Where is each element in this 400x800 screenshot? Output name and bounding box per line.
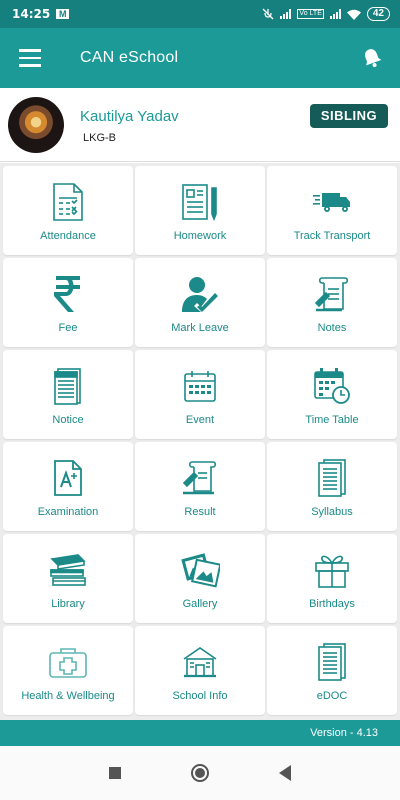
tile-label: School Info xyxy=(172,690,228,702)
tile-school-info[interactable]: School Info xyxy=(135,626,265,715)
tile-label: Homework xyxy=(173,230,227,242)
school-icon xyxy=(183,647,217,678)
student-profile-card: Kautilya Yadav LKG-B SIBLING xyxy=(0,88,400,162)
student-name: Kautilya Yadav xyxy=(80,107,179,125)
result-icon xyxy=(182,461,217,495)
tile-notes[interactable]: Notes xyxy=(267,258,397,347)
syllabus-icon xyxy=(318,459,346,497)
tile-label: Track Transport xyxy=(293,230,371,242)
tile-homework[interactable]: Homework xyxy=(135,166,265,255)
tile-examination[interactable]: Examination xyxy=(3,442,133,531)
gmail-notification-icon: M xyxy=(56,9,70,19)
tile-label: Fee xyxy=(58,322,78,334)
tile-label: Notes xyxy=(317,322,347,334)
tile-label: Time Table xyxy=(305,414,359,426)
tile-label: Gallery xyxy=(182,598,218,610)
tile-event[interactable]: Event xyxy=(135,350,265,439)
tile-label: Notice xyxy=(52,414,84,426)
tile-fee[interactable]: Fee xyxy=(3,258,133,347)
tile-label: Health & Wellbeing xyxy=(21,690,115,702)
tile-library[interactable]: Library xyxy=(3,534,133,623)
gallery-icon xyxy=(181,553,220,588)
mute-icon xyxy=(262,8,274,20)
library-icon xyxy=(50,554,86,586)
tile-notice[interactable]: Notice xyxy=(3,350,133,439)
battery-indicator: 42 xyxy=(366,7,390,21)
bell-icon[interactable] xyxy=(344,28,400,88)
status-time: 14:25 xyxy=(12,7,51,21)
back-icon[interactable] xyxy=(279,765,291,781)
tile-health-wellbeing[interactable]: Health & Wellbeing xyxy=(3,626,133,715)
volte-badge: Vo LTE xyxy=(297,9,324,19)
tile-result[interactable]: Result xyxy=(135,442,265,531)
tile-mark-leave[interactable]: Mark Leave xyxy=(135,258,265,347)
sibling-button[interactable]: SIBLING xyxy=(310,104,388,128)
system-nav-bar xyxy=(0,746,400,800)
tile-label: eDOC xyxy=(316,690,348,702)
tile-label: Event xyxy=(185,414,215,426)
transport-icon xyxy=(313,193,350,212)
avatar[interactable] xyxy=(8,96,64,153)
tile-time-table[interactable]: Time Table xyxy=(267,350,397,439)
home-icon[interactable] xyxy=(191,764,209,782)
notes-icon xyxy=(314,277,349,312)
student-info: Kautilya Yadav LKG-B xyxy=(80,106,179,144)
tile-syllabus[interactable]: Syllabus xyxy=(267,442,397,531)
status-icons: Vo LTE 42 xyxy=(262,7,390,21)
menu-grid: Attendance Homework Track Transport Fee … xyxy=(0,163,400,720)
tile-label: Birthdays xyxy=(309,598,355,610)
timetable-icon xyxy=(314,368,350,404)
homework-icon xyxy=(182,184,217,222)
mark-leave-icon xyxy=(182,277,218,312)
signal-icon-2 xyxy=(329,9,341,19)
edoc-icon xyxy=(318,643,346,681)
tile-label: Library xyxy=(51,598,85,610)
birthday-gift-icon xyxy=(315,555,349,588)
tile-gallery[interactable]: Gallery xyxy=(135,534,265,623)
notice-icon xyxy=(54,368,81,405)
rupee-icon xyxy=(54,276,80,312)
hamburger-menu-icon[interactable] xyxy=(0,28,60,88)
examination-icon xyxy=(54,460,82,496)
attendance-icon xyxy=(53,183,83,221)
status-bar: 14:25 M Vo LTE 42 xyxy=(0,0,400,28)
student-class: LKG-B xyxy=(83,131,117,144)
tile-edoc[interactable]: eDOC xyxy=(267,626,397,715)
recents-icon[interactable] xyxy=(109,767,121,779)
app-title: CAN eSchool xyxy=(80,49,179,66)
tile-label: Attendance xyxy=(40,230,96,242)
tile-birthdays[interactable]: Birthdays xyxy=(267,534,397,623)
tile-label: Result xyxy=(184,506,216,518)
signal-icon xyxy=(280,9,292,19)
app-bar: CAN eSchool xyxy=(0,28,400,88)
tile-track-transport[interactable]: Track Transport xyxy=(267,166,397,255)
tile-label: Mark Leave xyxy=(171,322,229,334)
event-icon xyxy=(184,371,216,402)
tile-label: Examination xyxy=(37,506,99,518)
tile-attendance[interactable]: Attendance xyxy=(3,166,133,255)
tile-label: Syllabus xyxy=(311,506,353,518)
health-kit-icon xyxy=(49,648,87,678)
wifi-icon xyxy=(346,9,361,20)
version-footer: Version - 4.13 xyxy=(0,720,400,746)
